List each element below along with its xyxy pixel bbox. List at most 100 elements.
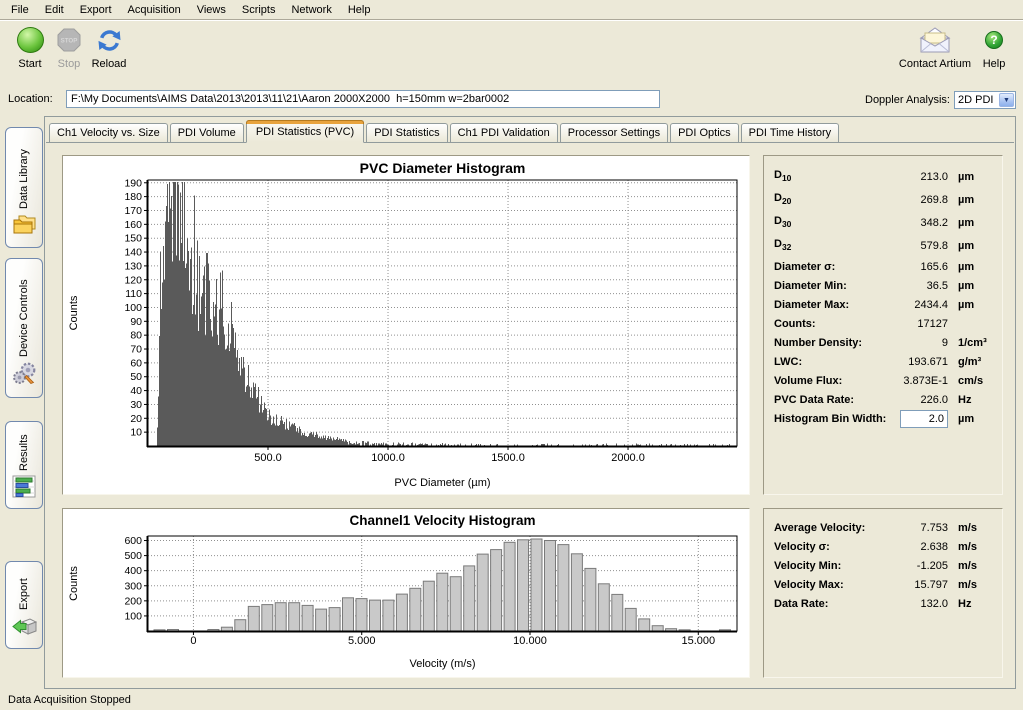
- svg-text:200: 200: [124, 595, 142, 607]
- tab-pdi-volume[interactable]: PDI Volume: [170, 123, 244, 142]
- sidebar-item-export[interactable]: Export: [5, 561, 43, 649]
- stat-label: Data Rate:: [774, 598, 828, 610]
- bar-chart-icon: [12, 475, 36, 501]
- stat-label: Histogram Bin Width:: [774, 413, 886, 425]
- location-input[interactable]: [66, 90, 660, 108]
- stat-row-diameter-min: Diameter Min:36.5µm: [774, 276, 992, 295]
- tab-pdi-statistics-pvc[interactable]: PDI Statistics (PVC): [246, 120, 364, 143]
- svg-text:2000.0: 2000.0: [611, 452, 645, 464]
- stat-label: PVC Data Rate:: [774, 394, 854, 406]
- svg-text:600: 600: [124, 535, 142, 547]
- chevron-down-icon[interactable]: ▼: [999, 93, 1014, 107]
- menu-item-file[interactable]: File: [3, 1, 37, 19]
- svg-text:Counts: Counts: [68, 295, 80, 330]
- histogram-bin-width-input[interactable]: [900, 410, 948, 428]
- sidebar-item-label: Data Library: [18, 128, 30, 213]
- pvc-diameter-histogram-chart: 500.01000.01500.02000.010203040506070809…: [63, 156, 749, 494]
- toolbar: Start STOP Stop Reload: [0, 22, 1023, 84]
- stat-row-histogram-bin-width: Histogram Bin Width:µm: [774, 409, 992, 428]
- menu-item-views[interactable]: Views: [189, 1, 234, 19]
- stat-label-subscript: 10: [782, 174, 791, 184]
- stat-unit: µm: [948, 280, 992, 292]
- svg-text:500: 500: [124, 550, 142, 562]
- sidebar-item-data-library[interactable]: Data Library: [5, 127, 43, 248]
- stat-value: 2434.4: [876, 299, 948, 311]
- stat-unit: µm: [948, 171, 992, 183]
- contact-artium-button[interactable]: Contact Artium: [895, 26, 975, 70]
- tab-processor-settings[interactable]: Processor Settings: [560, 123, 668, 142]
- stop-icon: STOP: [56, 27, 82, 53]
- tab-pdi-time-history[interactable]: PDI Time History: [741, 123, 840, 142]
- svg-text:40: 40: [130, 385, 142, 397]
- stat-row-counts: Counts:17127: [774, 314, 992, 333]
- svg-text:90: 90: [130, 316, 142, 328]
- stat-row-velocity-max: Velocity Max:15.797m/s: [774, 575, 992, 594]
- svg-text:400: 400: [124, 565, 142, 577]
- stat-label: Velocity Max:: [774, 579, 844, 591]
- stat-unit: m/s: [948, 522, 992, 534]
- stat-label: Number Density:: [774, 337, 862, 349]
- stat-label: Counts:: [774, 318, 816, 330]
- stat-unit: µm: [948, 240, 992, 252]
- menu-item-edit[interactable]: Edit: [37, 1, 72, 19]
- sidebar-item-results[interactable]: Results: [5, 421, 43, 509]
- stat-unit: g/m³: [948, 356, 992, 368]
- stat-row-d10: D10213.0µm: [774, 165, 992, 188]
- stat-label: LWC:: [774, 356, 802, 368]
- stat-label: Diameter Min:: [774, 280, 847, 292]
- menu-item-scripts[interactable]: Scripts: [234, 1, 284, 19]
- svg-text:PVC Diameter (µm): PVC Diameter (µm): [394, 477, 490, 489]
- stat-value: 193.671: [876, 356, 948, 368]
- reload-button[interactable]: Reload: [86, 26, 132, 70]
- stat-value: 2.638: [876, 541, 948, 553]
- svg-text:120: 120: [124, 274, 142, 286]
- tab-bar: Ch1 Velocity vs. SizePDI VolumePDI Stati…: [47, 117, 1013, 142]
- svg-text:30: 30: [130, 399, 142, 411]
- doppler-analysis-select[interactable]: 2D PDI ▼: [954, 91, 1016, 109]
- stat-unit: m/s: [948, 560, 992, 572]
- stat-label: D: [774, 192, 782, 204]
- tab-ch1-velocity-vs-size[interactable]: Ch1 Velocity vs. Size: [49, 123, 168, 142]
- svg-text:10.000: 10.000: [513, 635, 547, 647]
- reload-button-label: Reload: [86, 58, 132, 70]
- svg-text:5.000: 5.000: [348, 635, 376, 647]
- reload-icon: [96, 27, 123, 54]
- stat-value: 132.0: [876, 598, 948, 610]
- tab-label: Processor Settings: [568, 127, 660, 139]
- svg-text:Counts: Counts: [68, 566, 80, 601]
- diameter-stats-panel: D10213.0µmD20269.8µmD30348.2µmD32579.8µm…: [763, 155, 1003, 495]
- start-button[interactable]: Start: [8, 26, 52, 70]
- stat-row-diameter: Diameter σ:165.6µm: [774, 257, 992, 276]
- stat-label: D: [774, 238, 782, 250]
- stat-row-velocity-min: Velocity Min:-1.205m/s: [774, 556, 992, 575]
- folders-icon: [11, 213, 37, 240]
- stat-value: 9: [876, 337, 948, 349]
- menu-item-acquisition[interactable]: Acquisition: [120, 1, 189, 19]
- sidebar-item-device-controls[interactable]: Device Controls: [5, 258, 43, 398]
- menu-item-network[interactable]: Network: [283, 1, 339, 19]
- svg-text:10: 10: [130, 427, 142, 439]
- tab-label: Ch1 Velocity vs. Size: [57, 127, 160, 139]
- svg-text:1000.0: 1000.0: [371, 452, 405, 464]
- tab-ch1-pdi-validation[interactable]: Ch1 PDI Validation: [450, 123, 558, 142]
- svg-text:140: 140: [124, 247, 142, 259]
- svg-text:Channel1 Velocity Histogram: Channel1 Velocity Histogram: [349, 513, 535, 528]
- tab-pdi-statistics[interactable]: PDI Statistics: [366, 123, 447, 142]
- stat-unit: µm: [948, 194, 992, 206]
- doppler-analysis-label: Doppler Analysis:: [865, 94, 950, 106]
- svg-text:50: 50: [130, 371, 142, 383]
- stat-label: Average Velocity:: [774, 522, 865, 534]
- stat-value: 213.0: [876, 171, 948, 183]
- help-button[interactable]: ? Help: [976, 26, 1012, 70]
- stat-row-data-rate: Data Rate:132.0Hz: [774, 594, 992, 613]
- menu-item-help[interactable]: Help: [340, 1, 379, 19]
- tab-pdi-optics[interactable]: PDI Optics: [670, 123, 739, 142]
- stat-unit: Hz: [948, 394, 992, 406]
- velocity-stats-panel: Average Velocity:7.753m/sVelocity σ:2.63…: [763, 508, 1003, 678]
- sidebar-item-label: Results: [18, 422, 30, 475]
- stat-value: 165.6: [876, 261, 948, 273]
- menu-item-export[interactable]: Export: [72, 1, 120, 19]
- pvc-diameter-histogram-panel: 500.01000.01500.02000.010203040506070809…: [62, 155, 750, 495]
- doppler-analysis: Doppler Analysis: 2D PDI ▼: [865, 91, 1016, 109]
- svg-text:80: 80: [130, 330, 142, 342]
